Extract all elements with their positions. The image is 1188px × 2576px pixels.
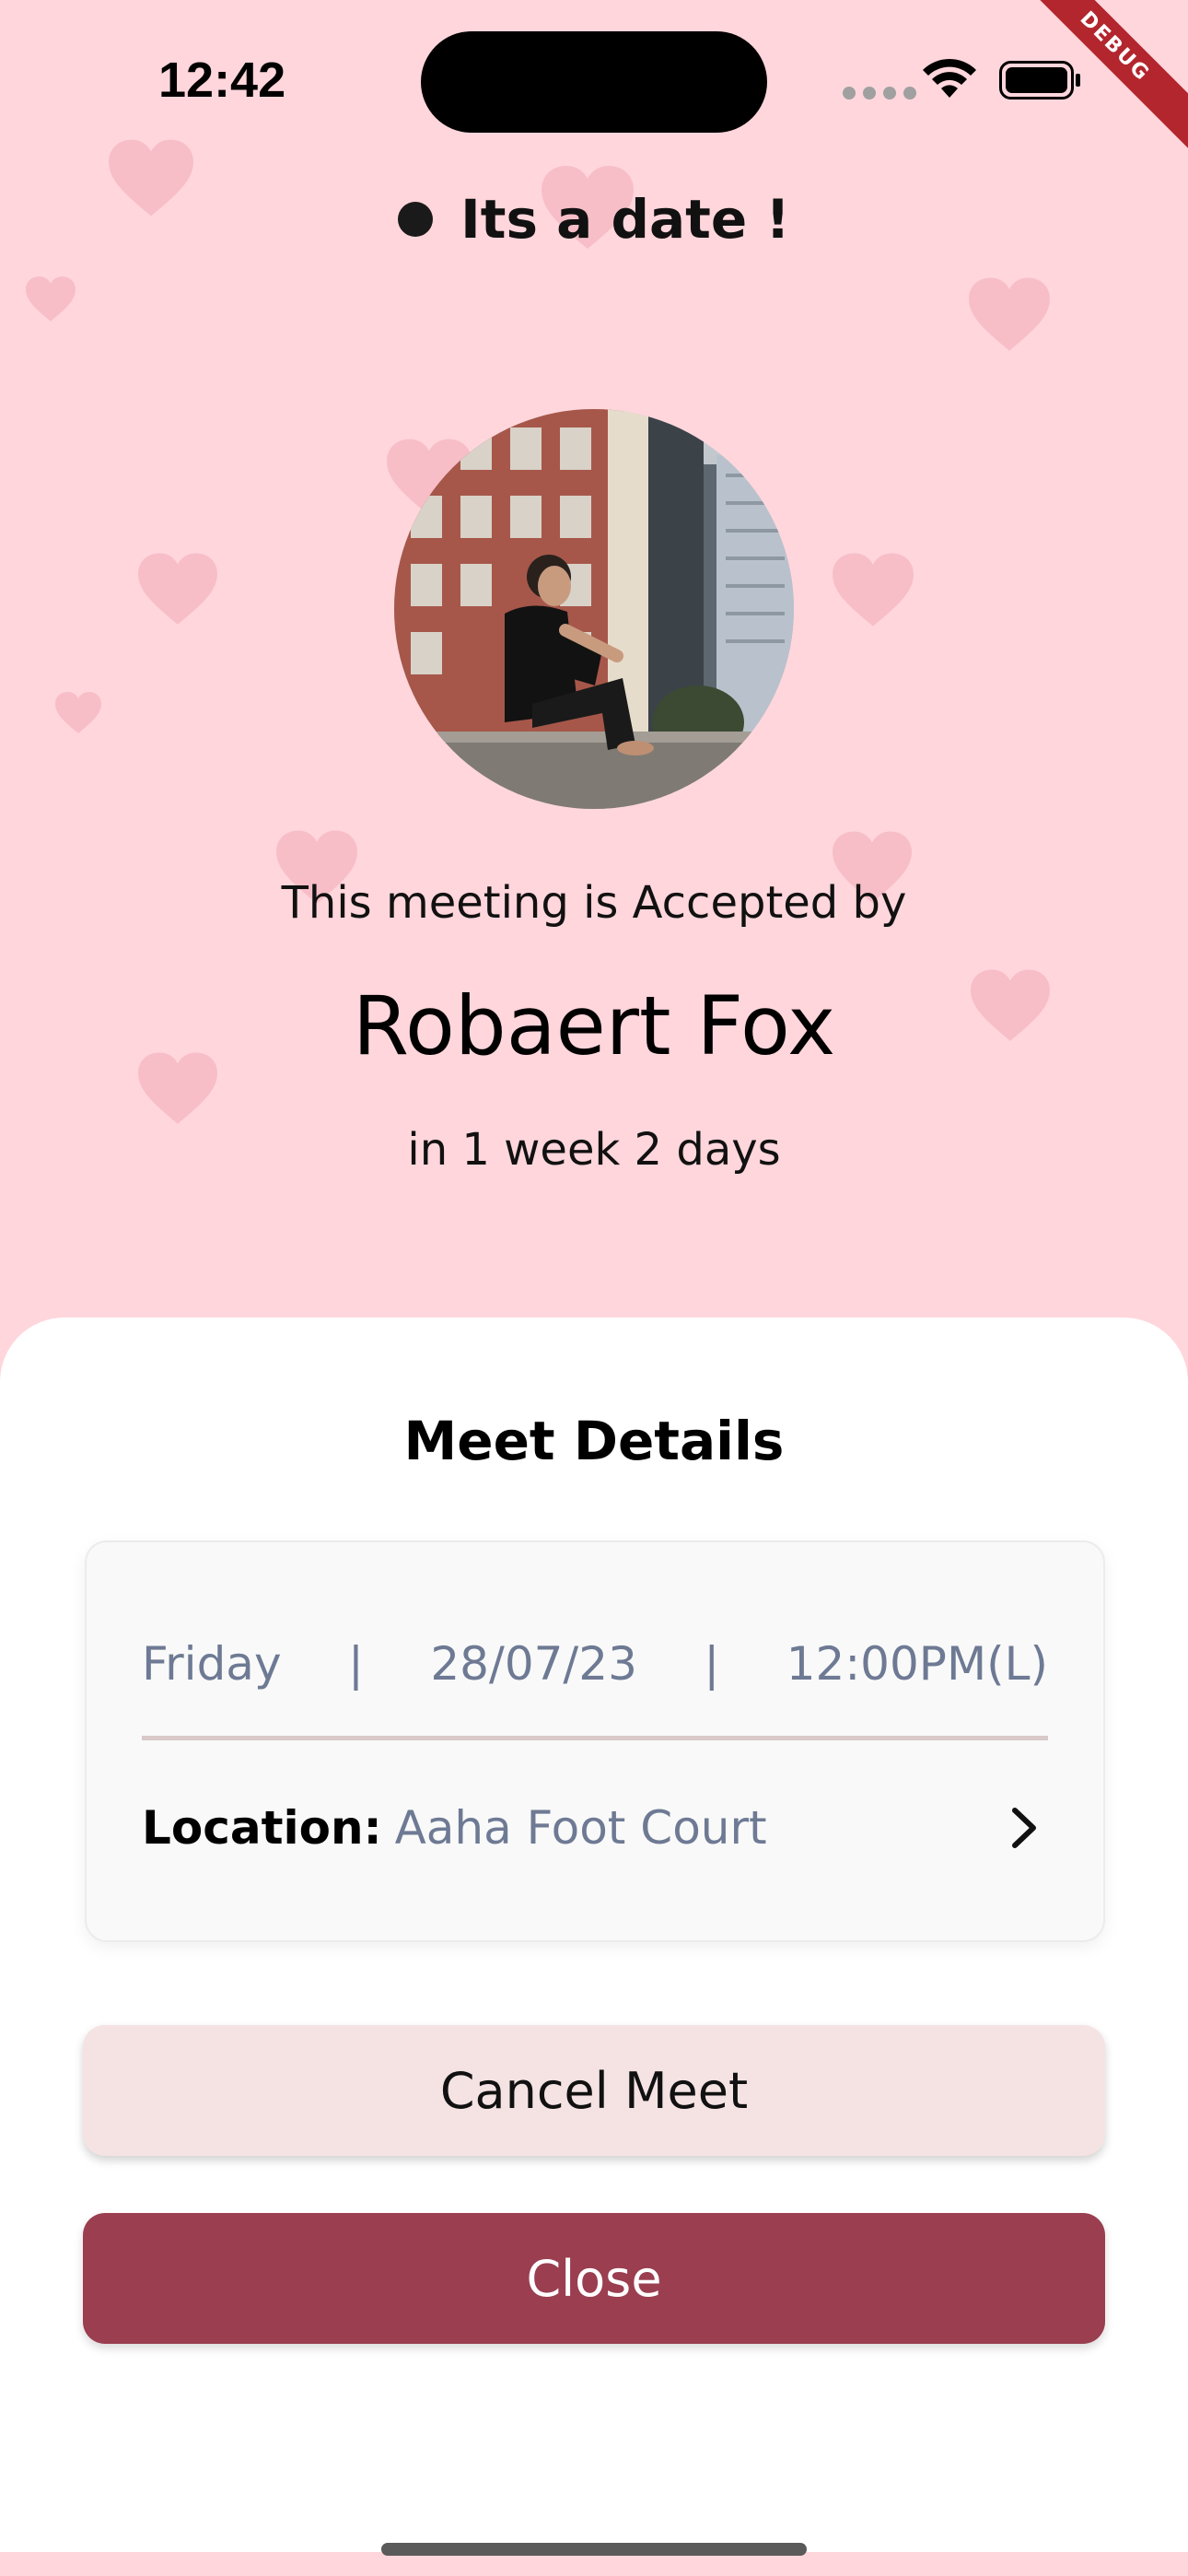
heart-icon (138, 553, 217, 625)
dynamic-island (421, 31, 767, 133)
avatar (394, 409, 794, 809)
meet-date: 28/07/23 (430, 1637, 637, 1691)
chevron-right-icon[interactable] (1007, 1805, 1041, 1851)
details-divider (142, 1736, 1048, 1740)
heart-icon (833, 553, 914, 626)
heart-icon (26, 276, 76, 322)
meet-details-card: Friday | 28/07/23 | 12:00PM(L) Location:… (85, 1540, 1105, 1942)
accepted-by-text: This meeting is Accepted by (281, 877, 907, 929)
location-label: Location: (142, 1801, 382, 1855)
cancel-meet-button[interactable]: Cancel Meet (83, 2025, 1105, 2156)
date-header: Its a date ! (0, 182, 1188, 256)
status-dot-icon (398, 202, 434, 237)
close-button[interactable]: Close (83, 2213, 1105, 2344)
time-until-text: in 1 week 2 days (407, 1124, 781, 1176)
meet-details-title: Meet Details (403, 1410, 785, 1472)
date-confirmation-screen: 12:42 DEBUG Its a date ! This meeting is… (0, 0, 1188, 2576)
status-time: 12:42 (158, 53, 286, 108)
battery-icon (999, 61, 1080, 100)
date-time-row: Friday | 28/07/23 | 12:00PM(L) (142, 1627, 1048, 1701)
page-title: Its a date ! (460, 188, 790, 251)
cellular-signal-icon (843, 87, 916, 100)
heart-icon (969, 277, 1050, 351)
separator: | (704, 1637, 720, 1691)
person-name: Robaert Fox (352, 978, 836, 1073)
meet-day: Friday (142, 1637, 282, 1691)
separator: | (348, 1637, 364, 1691)
location-value: Aaha Foot Court (394, 1801, 767, 1855)
heart-icon (55, 692, 101, 733)
meet-time: 12:00PM(L) (786, 1637, 1048, 1691)
profile-photo (394, 409, 794, 809)
home-indicator[interactable] (381, 2543, 807, 2556)
wifi-icon (923, 58, 976, 98)
location-row[interactable]: Location: Aaha Foot Court (142, 1791, 1048, 1865)
